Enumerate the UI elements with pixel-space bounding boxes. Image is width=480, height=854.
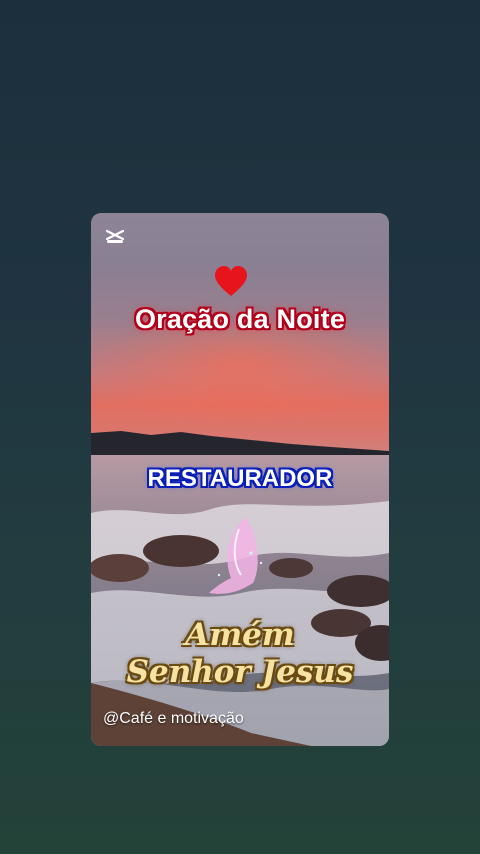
video-card[interactable]: Oração da Noite RESTAURADOR Amém Senhor …	[91, 213, 389, 746]
heart-icon	[215, 266, 247, 296]
video-subtitle: RESTAURADOR	[147, 465, 333, 492]
blessing-line-1: Amém	[185, 617, 295, 653]
video-title: Oração da Noite	[134, 304, 346, 334]
blessing-line-2: Senhor Jesus	[126, 654, 354, 690]
channel-handle: @Café e motivação	[103, 710, 244, 727]
capcut-icon	[105, 229, 125, 243]
